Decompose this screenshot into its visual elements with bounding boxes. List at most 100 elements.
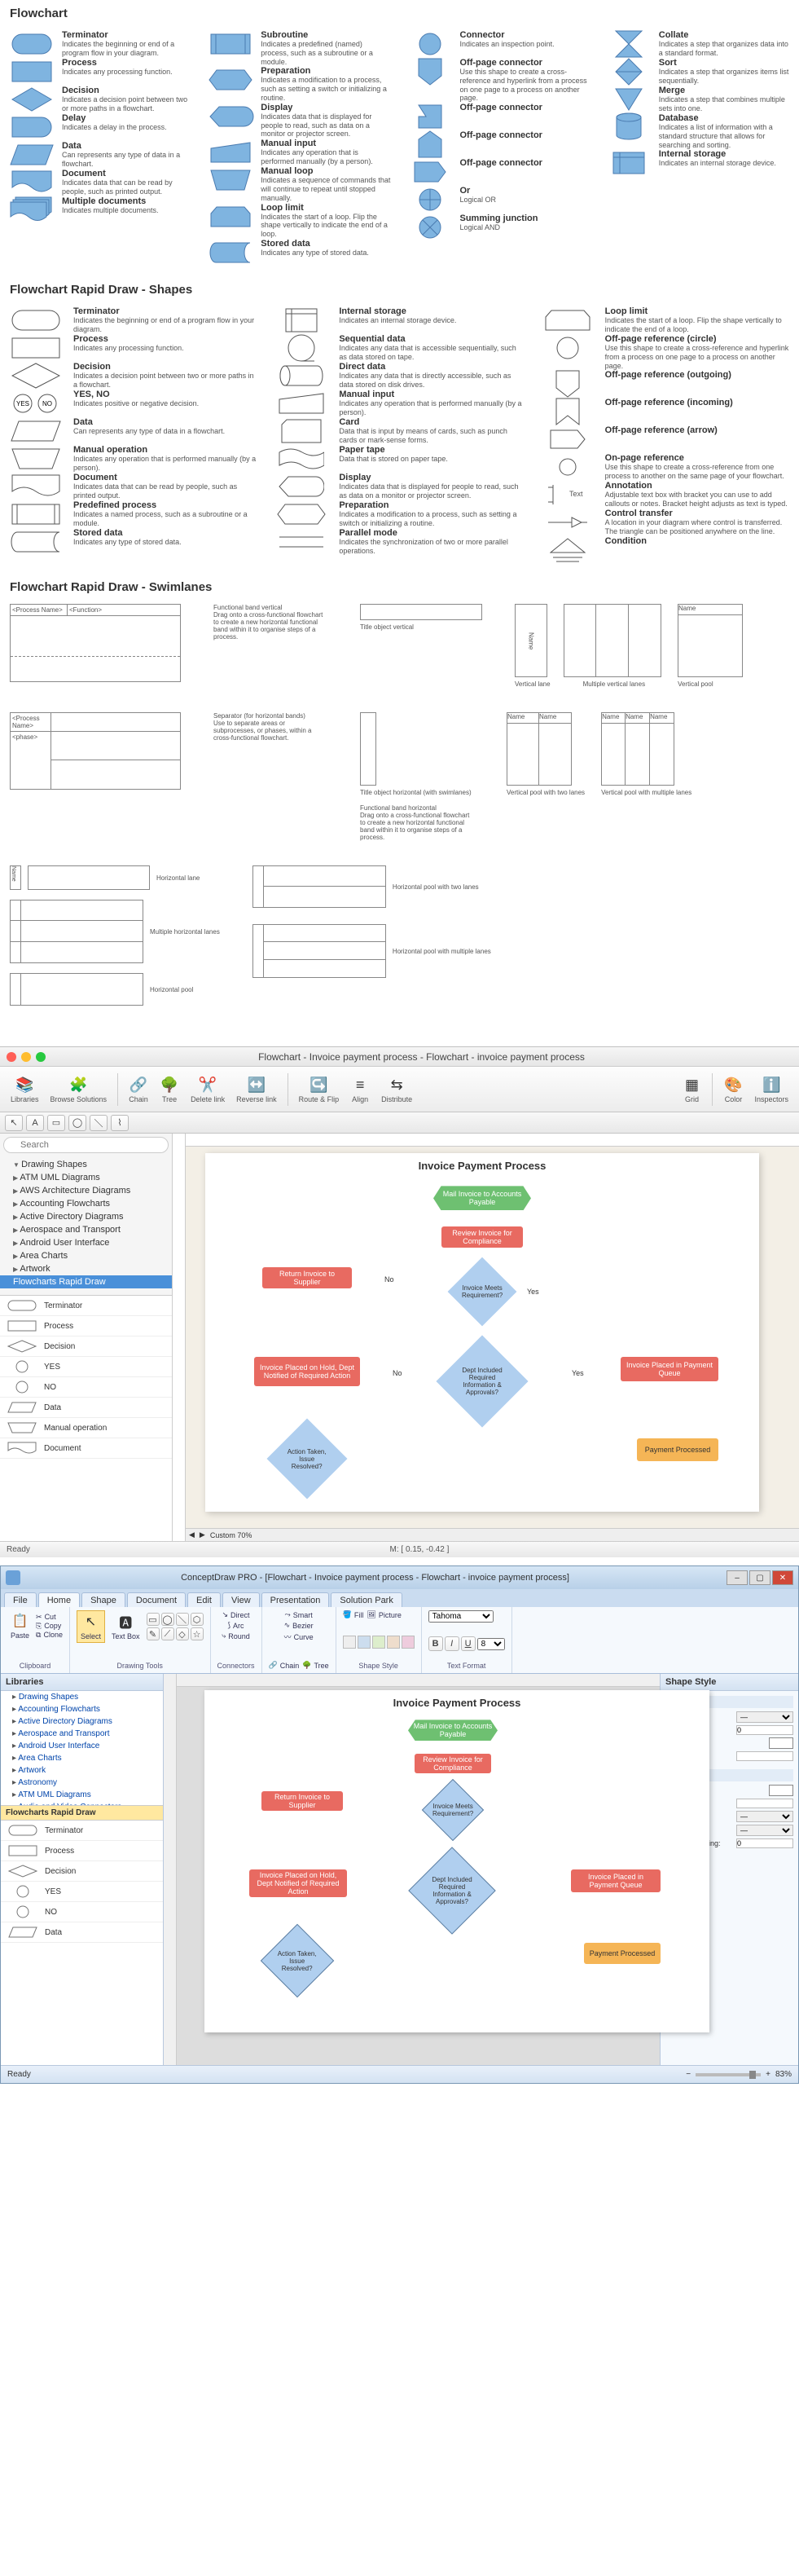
win-tree[interactable]: Drawing Shapes Accounting Flowcharts Act… xyxy=(1,1691,163,1805)
node-paid[interactable]: Payment Processed xyxy=(637,1438,718,1461)
node-queue[interactable]: Invoice Placed in Payment Queue xyxy=(571,1869,661,1892)
tab-shape[interactable]: Shape xyxy=(81,1592,125,1607)
route-flip-button[interactable]: ↪️Route & Flip xyxy=(295,1074,344,1105)
node-paid[interactable]: Payment Processed xyxy=(584,1943,661,1964)
picture-button[interactable]: 🖼 Picture xyxy=(367,1610,401,1619)
tree-item[interactable]: Accounting Flowcharts xyxy=(1,1703,163,1715)
palette-item[interactable]: NO xyxy=(0,1377,172,1398)
node-mail[interactable]: Mail Invoice to Accounts Payable xyxy=(433,1186,531,1210)
palette-item[interactable]: Data xyxy=(1,1922,163,1943)
font-size[interactable]: 8 xyxy=(477,1638,505,1650)
paste-button[interactable]: 📋Paste xyxy=(7,1610,33,1641)
copy-button[interactable]: ⎘ Copy xyxy=(36,1622,63,1631)
line-weight[interactable]: — xyxy=(736,1825,793,1836)
distribute-button[interactable]: ⇆Distribute xyxy=(377,1074,416,1105)
fill-style[interactable]: — xyxy=(736,1711,793,1723)
connector-tool[interactable]: ⌇ xyxy=(111,1115,129,1131)
tree-item[interactable]: Accounting Flowcharts xyxy=(0,1197,172,1210)
win-canvas[interactable]: Invoice Payment Process Mail Invoice to … xyxy=(164,1674,660,2065)
ellipse-tool[interactable]: ◯ xyxy=(68,1115,86,1131)
shape-tool[interactable]: ◇ xyxy=(176,1627,189,1640)
palette-item[interactable]: Terminator xyxy=(1,1821,163,1841)
tree-item[interactable]: Active Directory Diagrams xyxy=(0,1210,172,1223)
node-dept[interactable]: Dept Included Required Information & App… xyxy=(436,1336,528,1428)
palette-item[interactable]: YES xyxy=(1,1882,163,1902)
conn-chain[interactable]: 🔗 Chain xyxy=(269,1661,300,1670)
node-return[interactable]: Return Invoice to Supplier xyxy=(261,1791,343,1811)
conn-tree[interactable]: 🌳 Tree xyxy=(302,1661,328,1670)
chain-button[interactable]: 🔗Chain xyxy=(125,1074,152,1105)
shape-tool[interactable]: ＼ xyxy=(176,1613,189,1626)
select-tool[interactable]: ↖Select xyxy=(77,1610,105,1643)
tree-item[interactable]: Area Charts xyxy=(1,1752,163,1764)
node-action[interactable]: Action Taken, Issue Resolved? xyxy=(261,1924,335,1998)
tree-root[interactable]: Drawing Shapes xyxy=(0,1158,172,1171)
preset[interactable] xyxy=(358,1636,371,1649)
conn-arc[interactable]: ⟆ Arc xyxy=(228,1621,244,1630)
tree-item[interactable]: Android User Interface xyxy=(1,1740,163,1752)
node-dept[interactable]: Dept Included Required Information & App… xyxy=(408,1847,495,1935)
preset[interactable] xyxy=(402,1636,415,1649)
inspectors-button[interactable]: ℹ️Inspectors xyxy=(750,1074,792,1105)
node-queue[interactable]: Invoice Placed in Payment Queue xyxy=(621,1357,718,1381)
node-review[interactable]: Review Invoice for Compliance xyxy=(441,1226,523,1248)
color-button[interactable]: 🎨Color xyxy=(719,1074,747,1105)
shape-tool[interactable]: ☆ xyxy=(191,1627,204,1640)
tree-item[interactable]: ATM UML Diagrams xyxy=(0,1171,172,1184)
preset[interactable] xyxy=(372,1636,385,1649)
reverse-link-button[interactable]: ↔️Reverse link xyxy=(232,1074,281,1105)
fill-2nd-color[interactable] xyxy=(769,1737,793,1749)
tree-item-selected[interactable]: Flowcharts Rapid Draw xyxy=(0,1275,172,1288)
browse-solutions-button[interactable]: 🧩Browse Solutions xyxy=(46,1074,112,1105)
zoom-display[interactable]: Custom 70% xyxy=(210,1531,252,1539)
palette-item[interactable]: NO xyxy=(1,1902,163,1922)
tree-item[interactable]: Area Charts xyxy=(0,1249,172,1262)
rect-tool[interactable]: ▭ xyxy=(47,1115,65,1131)
fill-button[interactable]: 🪣 Fill xyxy=(343,1610,364,1619)
conn-bezier[interactable]: ∿ Bezier xyxy=(284,1621,314,1630)
clone-button[interactable]: ⧉ Clone xyxy=(36,1631,63,1640)
fill-alpha[interactable] xyxy=(736,1725,793,1735)
palette-item[interactable]: Process xyxy=(0,1316,172,1336)
tree-item[interactable]: ATM UML Diagrams xyxy=(1,1789,163,1801)
tab-presentation[interactable]: Presentation xyxy=(261,1592,330,1607)
tree-item[interactable]: Artwork xyxy=(0,1262,172,1275)
palette-item[interactable]: YES xyxy=(0,1357,172,1377)
corner-rounding[interactable] xyxy=(736,1838,793,1848)
node-meets[interactable]: Invoice Meets Requirement? xyxy=(422,1779,484,1841)
conn-curve[interactable]: 〰 Curve xyxy=(284,1631,314,1642)
node-mail[interactable]: Mail Invoice to Accounts Payable xyxy=(408,1720,498,1741)
palette-item[interactable]: Decision xyxy=(0,1336,172,1357)
tree-button[interactable]: 🌳Tree xyxy=(156,1074,183,1105)
textbox-tool[interactable]: 🅰Text Box xyxy=(108,1611,143,1642)
tree-item[interactable]: Aerospace and Transport xyxy=(1,1728,163,1740)
node-hold[interactable]: Invoice Placed on Hold, Dept Notified of… xyxy=(254,1357,360,1386)
preset[interactable] xyxy=(343,1636,356,1649)
libraries-button[interactable]: 📚Libraries xyxy=(7,1074,43,1105)
minimize-button[interactable] xyxy=(21,1052,31,1062)
conn-direct[interactable]: ↘ Direct xyxy=(222,1610,249,1619)
italic-button[interactable]: I xyxy=(445,1636,459,1651)
align-button[interactable]: ≡Align xyxy=(346,1074,374,1105)
tree-item[interactable]: Active Directory Diagrams xyxy=(1,1715,163,1728)
line-tool[interactable]: ＼ xyxy=(90,1115,108,1131)
close-button[interactable]: ✕ xyxy=(772,1570,793,1585)
node-hold[interactable]: Invoice Placed on Hold, Dept Notified of… xyxy=(249,1869,347,1897)
tree-item[interactable]: Artwork xyxy=(1,1764,163,1777)
palette-item[interactable]: Document xyxy=(0,1438,172,1459)
shape-tool[interactable]: ◯ xyxy=(161,1613,174,1626)
palette-item[interactable]: Terminator xyxy=(0,1296,172,1316)
tree-item[interactable]: Aerospace and Transport xyxy=(0,1223,172,1236)
library-tree[interactable]: Drawing Shapes ATM UML Diagrams AWS Arch… xyxy=(0,1156,172,1295)
node-meets[interactable]: Invoice Meets Requirement? xyxy=(448,1257,517,1327)
tree-item[interactable]: Drawing Shapes xyxy=(1,1691,163,1703)
shape-tool[interactable]: ⟋ xyxy=(161,1627,174,1640)
palette-item[interactable]: Manual operation xyxy=(0,1418,172,1438)
grid-button[interactable]: ▦Grid xyxy=(678,1074,705,1105)
tab-file[interactable]: File xyxy=(4,1592,37,1607)
fill-alpha2[interactable] xyxy=(736,1751,793,1761)
maximize-button[interactable]: ▢ xyxy=(749,1570,770,1585)
palette-item[interactable]: Process xyxy=(1,1841,163,1861)
bold-button[interactable]: B xyxy=(428,1636,443,1651)
conn-round[interactable]: ⤷ Round xyxy=(222,1631,250,1640)
